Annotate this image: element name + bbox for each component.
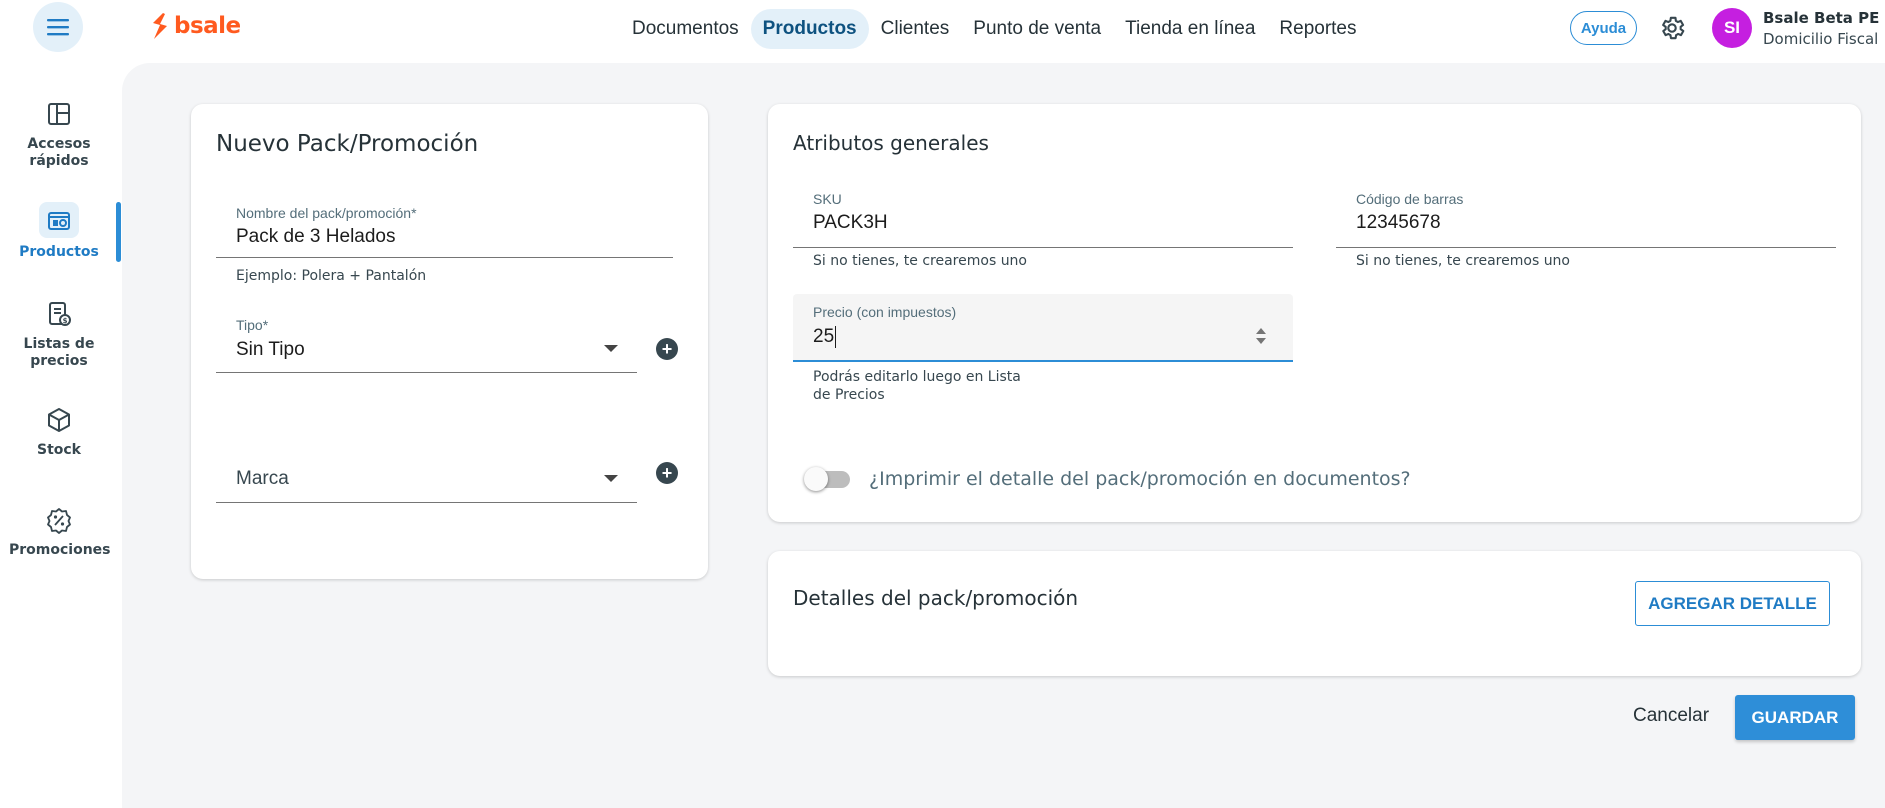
avatar[interactable]: SI <box>1712 8 1752 48</box>
help-button[interactable]: Ayuda <box>1570 11 1637 45</box>
cube-icon <box>48 408 70 432</box>
pack-name-input[interactable]: Pack de 3 Helados <box>236 226 396 248</box>
cancel-button[interactable]: Cancelar <box>1633 705 1709 727</box>
nav-item-clientes[interactable]: Clientes <box>869 9 962 49</box>
toggle-knob <box>804 467 828 491</box>
products-icon <box>48 212 70 230</box>
barcode-label: Código de barras <box>1356 191 1464 207</box>
price-helper-line1: Podrás editarlo luego en Lista <box>813 369 1021 385</box>
bsale-logo[interactable]: bsale <box>150 12 241 40</box>
print-detail-toggle[interactable] <box>804 464 854 494</box>
add-detail-button[interactable]: AGREGAR DETALLE <box>1635 581 1830 626</box>
layout-icon <box>48 103 70 125</box>
gear-icon[interactable] <box>1658 14 1686 42</box>
details-title: Detalles del pack/promoción <box>793 586 1079 610</box>
sidebar-active-indicator <box>116 202 121 262</box>
user-branch: Domicilio Fiscal <box>1763 30 1879 48</box>
sku-underline <box>793 247 1293 248</box>
pack-card: Nuevo Pack/Promoción Nombre del pack/pro… <box>191 104 708 579</box>
sidebar-item-listas-de-precios[interactable]: $ Listas de precios <box>0 298 118 370</box>
type-label: Tipo* <box>236 317 269 333</box>
pack-name-label: Nombre del pack/promoción* <box>236 205 417 221</box>
barcode-field[interactable]: Código de barras 12345678 <box>1336 186 1836 250</box>
discount-badge-icon <box>47 508 71 534</box>
price-list-icon: $ <box>49 302 71 326</box>
nav-item-tienda-en-linea[interactable]: Tienda en línea <box>1113 9 1267 49</box>
number-spinner-icon[interactable] <box>1255 324 1267 348</box>
barcode-underline <box>1336 247 1836 248</box>
sku-input[interactable]: PACK3H <box>813 212 888 234</box>
hamburger-menu-button[interactable] <box>33 2 83 52</box>
price-helper: Podrás editarlo luego en Lista de Precio… <box>813 368 1021 404</box>
add-type-button[interactable]: + <box>656 338 678 360</box>
barcode-helper: Si no tienes, te crearemos uno <box>1356 253 1570 269</box>
user-name[interactable]: Bsale Beta PE <box>1763 9 1879 27</box>
sku-label: SKU <box>813 191 842 207</box>
sidebar-item-stock[interactable]: Stock <box>0 404 118 459</box>
nav-item-reportes[interactable]: Reportes <box>1267 9 1368 49</box>
sidebar-item-productos[interactable]: Productos <box>0 202 118 261</box>
brand-underline <box>216 502 637 503</box>
sidebar: Accesos rápidos Productos $ Listas de pr… <box>0 56 122 808</box>
barcode-input[interactable]: 12345678 <box>1356 212 1441 234</box>
attributes-card: Atributos generales SKU PACK3H Si no tie… <box>768 104 1861 522</box>
sidebar-item-promociones[interactable]: Promociones <box>0 504 118 559</box>
price-underline <box>793 360 1293 362</box>
pack-name-underline <box>216 257 673 258</box>
sidebar-item-label: Listas de precios <box>23 336 95 369</box>
price-input[interactable]: 25 <box>813 326 837 348</box>
pack-name-field[interactable]: Nombre del pack/promoción* Pack de 3 Hel… <box>216 202 673 266</box>
type-value: Sin Tipo <box>236 339 305 360</box>
attributes-title: Atributos generales <box>793 131 989 155</box>
nav-item-punto-de-venta[interactable]: Punto de venta <box>961 9 1113 49</box>
sku-field[interactable]: SKU PACK3H <box>793 186 1293 250</box>
hamburger-icon <box>47 19 69 36</box>
top-bar: bsale Documentos Productos Clientes Punt… <box>0 0 1885 56</box>
type-select[interactable]: Tipo* Sin Tipo <box>216 314 637 378</box>
brand-select[interactable]: Marca <box>216 444 637 508</box>
chevron-down-icon <box>604 345 618 352</box>
price-helper-line2: de Precios <box>813 387 885 403</box>
type-underline <box>216 372 637 373</box>
save-button[interactable]: GUARDAR <box>1735 695 1855 740</box>
price-label: Precio (con impuestos) <box>813 304 957 320</box>
print-detail-label: ¿Imprimir el detalle del pack/promoción … <box>869 468 1411 490</box>
details-card: Detalles del pack/promoción AGREGAR DETA… <box>768 551 1861 676</box>
brand-name: bsale <box>174 13 241 39</box>
page-title: Nuevo Pack/Promoción <box>216 131 479 157</box>
sidebar-item-accesos-rapidos[interactable]: Accesos rápidos <box>0 98 118 170</box>
sidebar-item-label: Accesos rápidos <box>27 136 91 169</box>
price-value: 25 <box>813 326 835 347</box>
bsale-logo-icon <box>153 13 167 39</box>
pack-name-helper: Ejemplo: Polera + Pantalón <box>236 268 427 284</box>
svg-text:$: $ <box>63 317 68 325</box>
nav-item-productos[interactable]: Productos <box>750 9 869 49</box>
nav-item-documentos[interactable]: Documentos <box>620 9 751 49</box>
brand-placeholder: Marca <box>236 468 289 489</box>
price-field[interactable]: Precio (con impuestos) 25 <box>793 294 1293 362</box>
add-brand-button[interactable]: + <box>656 462 678 484</box>
main-nav: Documentos Productos Clientes Punto de v… <box>620 9 1369 49</box>
sidebar-item-label: Stock <box>36 442 81 458</box>
sku-helper: Si no tienes, te crearemos uno <box>813 253 1027 269</box>
sidebar-item-label: Promociones <box>9 542 111 558</box>
chevron-down-icon <box>604 475 618 482</box>
sidebar-item-label: Productos <box>19 244 99 260</box>
